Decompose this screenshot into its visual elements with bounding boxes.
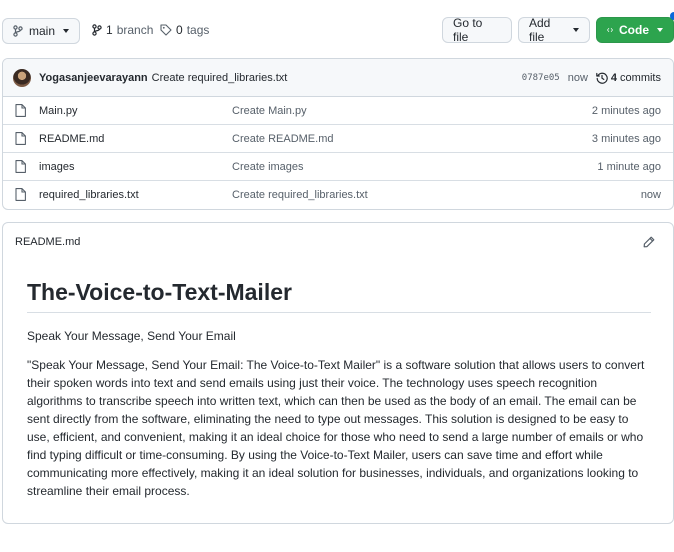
notification-dot bbox=[670, 12, 674, 20]
pencil-icon[interactable] bbox=[643, 236, 655, 248]
branch-select-button[interactable]: main bbox=[2, 18, 80, 44]
file-commit-time: 3 minutes ago bbox=[591, 132, 661, 145]
latest-commit-bar: Yogasanjeevarayann Create required_libra… bbox=[3, 59, 673, 97]
commit-message[interactable]: Create required_libraries.txt bbox=[152, 72, 288, 84]
readme-panel: README.md The-Voice-to-Text-Mailer Speak… bbox=[2, 222, 674, 524]
file-icon bbox=[15, 160, 26, 173]
branches-link[interactable]: 1 branch bbox=[92, 23, 153, 37]
file-name[interactable]: required_libraries.txt bbox=[39, 189, 139, 201]
commits-label: commits bbox=[620, 72, 661, 84]
chevron-down-icon bbox=[573, 28, 579, 32]
file-commit-message[interactable]: Create Main.py bbox=[232, 105, 307, 117]
tags-label: tags bbox=[186, 23, 210, 37]
add-file-label: Add file bbox=[529, 16, 551, 44]
file-name[interactable]: README.md bbox=[39, 133, 104, 145]
file-commit-time: 1 minute ago bbox=[597, 160, 661, 173]
file-name[interactable]: Main.py bbox=[39, 105, 78, 117]
chevron-down-icon bbox=[657, 28, 663, 32]
file-row[interactable]: images Create images 1 minute ago bbox=[3, 153, 673, 181]
branch-icon bbox=[13, 25, 23, 37]
commit-meta: 0787e05 now 4 commits bbox=[522, 59, 661, 97]
file-commit-message[interactable]: Create images bbox=[232, 161, 304, 173]
git-branch-icon bbox=[92, 24, 102, 36]
go-to-file-label: Go to file bbox=[453, 16, 483, 44]
file-commit-message[interactable]: Create README.md bbox=[232, 133, 333, 145]
tag-icon bbox=[160, 24, 172, 36]
branches-count: 1 bbox=[106, 23, 113, 37]
readme-header: README.md bbox=[3, 223, 673, 261]
file-commit-message[interactable]: Create required_libraries.txt bbox=[232, 189, 368, 201]
repo-toolbar: main 1 branch 0 tags Go to file Add file… bbox=[0, 0, 674, 58]
file-commit-time: now bbox=[640, 189, 661, 201]
history-icon bbox=[596, 72, 608, 84]
file-name[interactable]: images bbox=[39, 161, 74, 173]
tags-link[interactable]: 0 tags bbox=[160, 23, 209, 37]
avatar[interactable] bbox=[13, 68, 31, 87]
file-row[interactable]: Main.py Create Main.py 2 minutes ago bbox=[3, 97, 673, 125]
file-browser: Yogasanjeevarayann Create required_libra… bbox=[2, 58, 674, 210]
file-icon bbox=[15, 104, 26, 117]
branches-label: branch bbox=[116, 23, 154, 37]
code-button[interactable]: Code bbox=[596, 17, 674, 43]
readme-subtitle: Speak Your Message, Send Your Email bbox=[27, 329, 236, 343]
commits-count: 4 bbox=[610, 72, 618, 84]
readme-body-text: "Speak Your Message, Send Your Email: Th… bbox=[27, 358, 645, 498]
file-icon bbox=[15, 132, 26, 145]
code-label: Code bbox=[619, 23, 649, 37]
commits-history-link[interactable]: 4 commits bbox=[596, 72, 661, 84]
add-file-button[interactable]: Add file bbox=[518, 16, 590, 44]
branch-name: main bbox=[28, 24, 55, 38]
chevron-down-icon bbox=[63, 29, 69, 33]
commit-time: now bbox=[567, 72, 588, 84]
code-icon bbox=[607, 28, 613, 32]
file-commit-time: 2 minutes ago bbox=[591, 104, 661, 117]
file-row[interactable]: README.md Create README.md 3 minutes ago bbox=[3, 125, 673, 153]
commit-sha[interactable]: 0787e05 bbox=[522, 73, 560, 83]
tags-count: 0 bbox=[176, 23, 183, 37]
file-icon bbox=[15, 188, 26, 201]
readme-filename[interactable]: README.md bbox=[15, 236, 80, 248]
commit-author[interactable]: Yogasanjeevarayann bbox=[39, 72, 148, 84]
go-to-file-button[interactable]: Go to file bbox=[442, 16, 512, 44]
file-row[interactable]: required_libraries.txt Create required_l… bbox=[3, 181, 673, 209]
readme-title: The-Voice-to-Text-Mailer bbox=[27, 279, 651, 313]
